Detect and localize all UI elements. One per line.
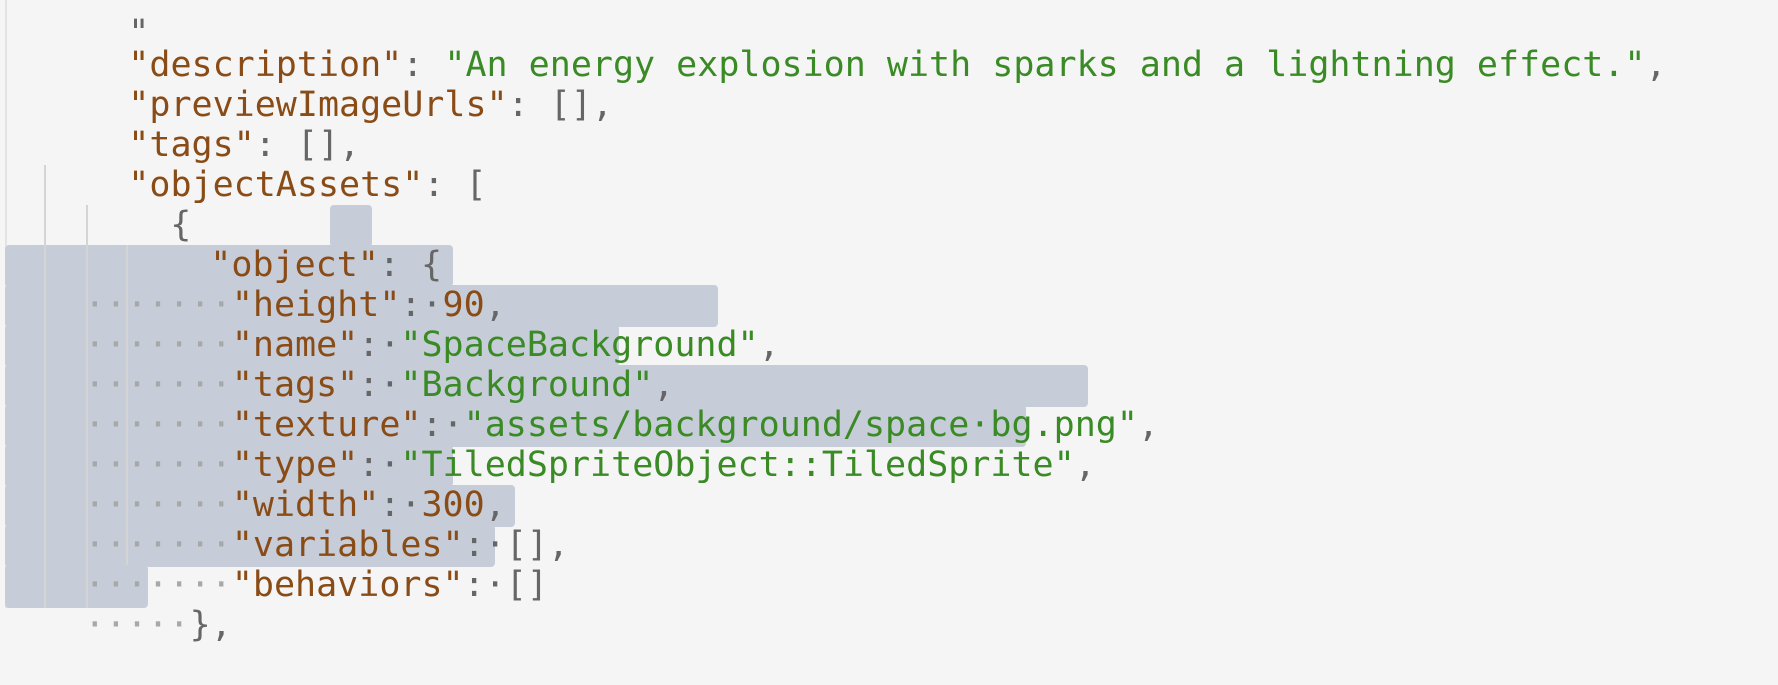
json-string: "An energy explosion with sparks and a l… (444, 45, 1646, 85)
json-bracket: [] (549, 85, 592, 125)
code-line[interactable]: ·······"height":·90, (0, 245, 505, 325)
json-comma: , (591, 85, 613, 125)
json-bracket: [ (465, 165, 487, 205)
code-line[interactable]: ·····}, (0, 565, 232, 645)
code-line[interactable]: ·······"variables":·[], (0, 485, 569, 565)
code-line[interactable]: ·······"width":·300, (0, 445, 505, 525)
json-comma: , (210, 605, 232, 645)
json-comma: , (547, 525, 569, 565)
code-line[interactable]: ·······"type":·"TiledSpriteObject::Tiled… (0, 405, 1095, 485)
code-line[interactable]: "object": { (126, 205, 442, 285)
json-comma: , (758, 325, 780, 365)
json-comma: , (1137, 405, 1159, 445)
code-line[interactable]: "previewImageUrls": [], (44, 45, 613, 125)
json-separator: : (423, 165, 466, 205)
json-comma: , (1074, 445, 1096, 485)
whitespace-dots: ····· (84, 605, 190, 645)
code-line[interactable]: ·······"tags":·"Background", (0, 325, 674, 405)
json-separator: : (507, 85, 550, 125)
code-line[interactable]: ·······"name":·"SpaceBackground", (0, 285, 779, 365)
json-bracket: [] (505, 565, 548, 605)
json-separator: :· (463, 565, 506, 605)
code-line[interactable]: ·······"texture":·"assets/background/spa… (0, 365, 1159, 445)
json-brace: } (189, 605, 211, 645)
code-line[interactable]: "tags": [], (44, 85, 360, 165)
json-comma: , (1645, 45, 1667, 85)
code-line[interactable]: "description": "An energy explosion with… (44, 5, 1666, 85)
code-line[interactable]: ·······"behaviors":·[] (0, 525, 548, 605)
code-editor[interactable]: " "description": "An energy explosion wi… (0, 0, 1778, 645)
code-line[interactable]: { (86, 165, 191, 245)
code-line[interactable]: "objectAssets": [ (44, 125, 486, 205)
json-key: "behaviors" (231, 565, 464, 605)
